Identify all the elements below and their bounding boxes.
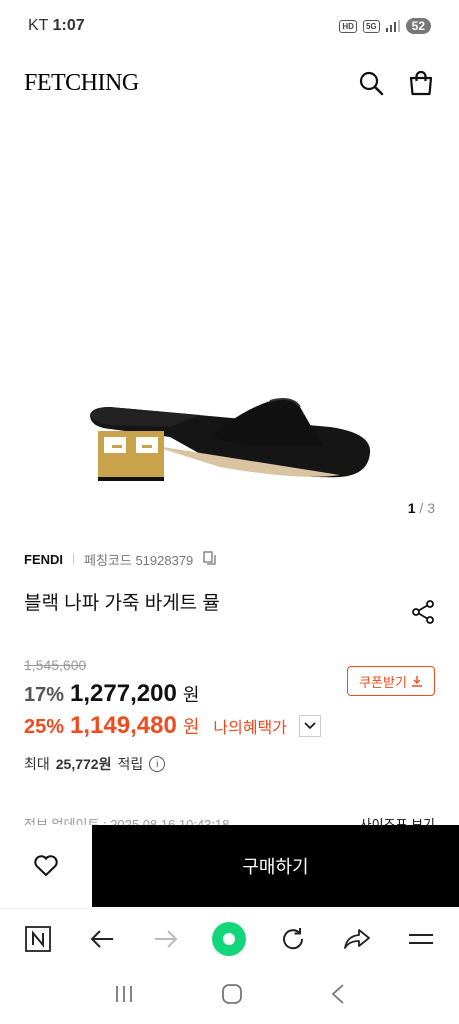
- battery-indicator: 52: [405, 18, 431, 34]
- status-left: KT 1:07: [28, 17, 85, 35]
- shopping-bag-icon[interactable]: [407, 69, 435, 97]
- copy-icon[interactable]: [203, 551, 217, 568]
- product-title: 블랙 나파 가죽 바게트 뮬: [24, 593, 220, 614]
- browser-toolbar: [0, 908, 459, 968]
- image-pager: 1 / 3: [408, 500, 435, 516]
- points-row: 최대 25,772원 적립 i: [24, 754, 166, 774]
- logo[interactable]: FETCHING: [24, 70, 139, 97]
- chevron-down-icon[interactable]: [298, 715, 321, 737]
- brand-row: FENDI 페칭코드 51928379: [24, 550, 217, 569]
- signal-icon: [385, 20, 400, 32]
- network-icon: 5G: [362, 19, 380, 33]
- pager-separator: /: [415, 500, 428, 516]
- my-benefit-label[interactable]: 나의혜택가: [213, 714, 287, 738]
- info-icon[interactable]: i: [149, 756, 166, 772]
- points-prefix: 최대: [24, 756, 50, 772]
- share-icon[interactable]: [411, 600, 435, 629]
- points-amount: 25,772원: [55, 756, 112, 772]
- divider: [73, 554, 74, 565]
- share-arrow-icon[interactable]: [337, 919, 377, 959]
- green-dot-button: [212, 921, 247, 956]
- brand-name[interactable]: FENDI: [24, 552, 63, 567]
- original-price: 1,545,600: [24, 657, 87, 673]
- coupon-label: 쿠폰받기: [359, 674, 407, 690]
- member-price-row: 25% 1,149,480 원 나의혜택가: [24, 712, 321, 740]
- product-code: 페칭코드 51928379: [84, 553, 194, 568]
- currency-won-member: 원: [182, 717, 200, 737]
- discount-percent: 17%: [24, 684, 65, 706]
- purchase-bar: 구매하기: [0, 825, 459, 907]
- naver-n-icon[interactable]: [18, 919, 58, 959]
- member-amount: 1,149,480: [70, 712, 177, 739]
- carrier: KT: [28, 17, 49, 34]
- home-icon[interactable]: [221, 983, 243, 1010]
- pager-total: 3: [427, 500, 435, 516]
- discount-amount: 1,277,200: [70, 680, 177, 707]
- hd-icon: HD: [339, 19, 357, 33]
- clock: 1:07: [52, 17, 85, 34]
- coupon-button[interactable]: 쿠폰받기: [347, 666, 435, 696]
- download-icon: [411, 676, 422, 687]
- back-icon[interactable]: [331, 983, 345, 1009]
- status-bar: KT 1:07 HD 5G 52: [0, 0, 459, 52]
- search-icon[interactable]: [357, 69, 385, 97]
- system-nav-bar: [0, 968, 459, 1024]
- back-arrow-icon[interactable]: [82, 919, 122, 959]
- pager-current: 1: [407, 500, 416, 516]
- menu-icon[interactable]: [401, 919, 441, 959]
- member-percent: 25%: [24, 716, 65, 738]
- currency-won: 원: [182, 685, 200, 705]
- app-header: FETCHING: [0, 58, 459, 108]
- recent-apps-icon[interactable]: [114, 985, 134, 1008]
- points-suffix: 적립: [117, 756, 144, 772]
- buy-button[interactable]: 구매하기: [92, 825, 459, 907]
- product-image[interactable]: [0, 115, 459, 525]
- status-right: HD 5G 52: [339, 18, 431, 34]
- wishlist-heart-icon[interactable]: [0, 825, 92, 907]
- refresh-icon[interactable]: [273, 919, 313, 959]
- discount-price-row: 17% 1,277,200 원: [24, 680, 199, 708]
- green-dot-icon[interactable]: [209, 919, 249, 959]
- forward-arrow-icon[interactable]: [146, 919, 186, 959]
